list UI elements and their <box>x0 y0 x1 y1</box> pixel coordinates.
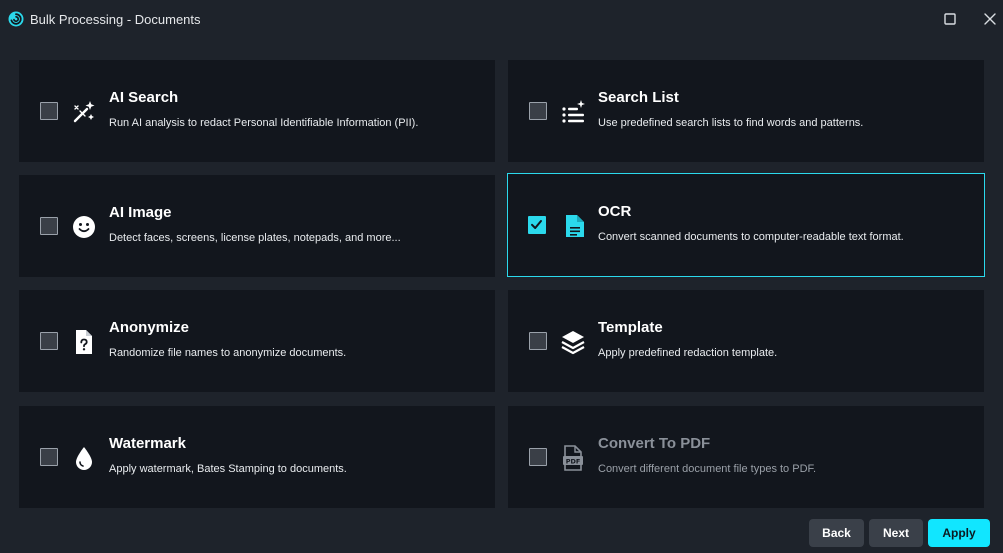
document-question-icon <box>76 330 92 354</box>
card-ai-search[interactable]: AI Search Run AI analysis to redact Pers… <box>19 60 495 162</box>
title-bar: Bulk Processing - Documents <box>0 0 1003 38</box>
next-button[interactable]: Next <box>869 519 923 547</box>
magic-wand-icon <box>73 101 95 123</box>
document-text-icon <box>566 215 584 237</box>
card-watermark[interactable]: Watermark Apply watermark, Bates Stampin… <box>19 406 495 508</box>
water-drop-icon <box>76 447 92 470</box>
card-title: Template <box>598 319 663 336</box>
watermark-checkbox[interactable] <box>40 448 58 466</box>
ocr-checkbox[interactable] <box>528 216 546 234</box>
card-description: Convert different document file types to… <box>598 463 817 475</box>
card-ocr[interactable]: OCR Convert scanned documents to compute… <box>507 173 985 277</box>
pdf-file-icon: PDF <box>563 445 583 471</box>
card-description: Apply predefined redaction template. <box>598 347 778 359</box>
layers-icon <box>561 331 585 355</box>
card-title: OCR <box>598 203 632 220</box>
ai-search-checkbox[interactable] <box>40 102 58 120</box>
list-sparkle-icon <box>562 100 585 123</box>
card-description: Run AI analysis to redact Personal Ident… <box>109 117 419 129</box>
card-description: Detect faces, screens, license plates, n… <box>109 232 401 244</box>
card-template[interactable]: Template Apply predefined redaction temp… <box>508 290 984 392</box>
template-checkbox[interactable] <box>529 332 547 350</box>
svg-text:PDF: PDF <box>566 457 581 465</box>
card-ai-image[interactable]: AI Image Detect faces, screens, license … <box>19 175 495 277</box>
card-anonymize[interactable]: Anonymize Randomize file names to anonym… <box>19 290 495 392</box>
card-description: Convert scanned documents to computer-re… <box>598 231 904 243</box>
card-convert-to-pdf[interactable]: PDF Convert To PDF Convert different doc… <box>508 406 984 508</box>
card-title: AI Image <box>109 204 172 221</box>
checkmark-icon <box>531 220 542 229</box>
card-search-list[interactable]: Search List Use predefined search lists … <box>508 60 984 162</box>
maximize-icon[interactable] <box>941 10 959 28</box>
ai-image-checkbox[interactable] <box>40 217 58 235</box>
window-title: Bulk Processing - Documents <box>30 12 201 27</box>
card-description: Apply watermark, Bates Stamping to docum… <box>109 463 347 475</box>
convert-to-pdf-checkbox[interactable] <box>529 448 547 466</box>
smiley-face-icon <box>73 216 95 238</box>
card-title: AI Search <box>109 89 179 106</box>
bulk-processing-window: Bulk Processing - Documents AI Search Ru… <box>0 0 1003 553</box>
card-title: Watermark <box>109 435 186 452</box>
close-icon[interactable] <box>981 10 999 28</box>
search-list-checkbox[interactable] <box>529 102 547 120</box>
card-title: Search List <box>598 89 679 106</box>
apply-button[interactable]: Apply <box>928 519 990 547</box>
back-button[interactable]: Back <box>809 519 864 547</box>
anonymize-checkbox[interactable] <box>40 332 58 350</box>
card-description: Use predefined search lists to find word… <box>598 117 864 129</box>
card-title: Anonymize <box>109 319 190 336</box>
app-logo-icon <box>8 11 24 27</box>
card-title: Convert To PDF <box>598 435 711 452</box>
card-description: Randomize file names to anonymize docume… <box>109 347 347 359</box>
